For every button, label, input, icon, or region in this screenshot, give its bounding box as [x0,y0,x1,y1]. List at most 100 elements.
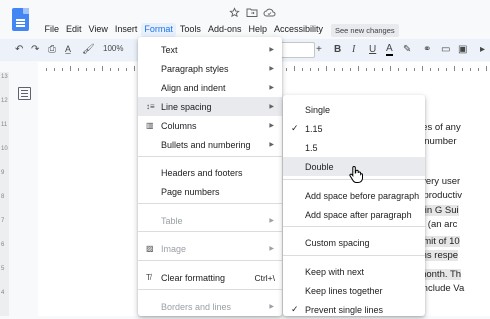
star-icon[interactable] [229,7,240,20]
line-spacing-item-add-space-before-paragraph[interactable]: Add space before paragraph [283,186,425,205]
text-color-icon[interactable]: A [386,44,393,56]
line-spacing-item-keep-with-next[interactable]: Keep with next [283,262,425,281]
highlight-icon[interactable]: ✎ [403,44,411,55]
increase-font-size-icon[interactable]: + [316,44,322,55]
line-spacing-item-single[interactable]: Single [283,100,425,119]
menu-file[interactable]: File [41,23,63,37]
paint-format-icon[interactable]: 🖌 [82,44,95,55]
line-spacing-item-keep-lines-together[interactable]: Keep lines together [283,281,425,300]
ruler-tick [390,66,391,71]
format-menu-item-line-spacing[interactable]: ↕≡ Line spacing ▶ [138,97,282,116]
ruler-number: 6 [1,242,5,248]
format-menu-item-clear-formatting[interactable]: T̸ Clear formatting Ctrl+\ [138,268,282,287]
redo-icon[interactable]: ↷ [31,44,39,55]
docs-logo[interactable] [12,8,29,31]
image-insert-icon[interactable]: ▣ [458,44,467,55]
ruler-tick [318,68,319,71]
menu-separator [283,255,425,256]
ruler-tick [366,68,367,71]
ruler-tick [118,68,119,71]
menu-format[interactable]: Format [140,23,177,37]
ruler-tick [310,68,311,71]
underline-icon[interactable]: U [369,44,376,55]
line-spacing-item-1-5[interactable]: 1.5 [283,138,425,157]
ruler-tick [102,66,103,71]
menu-item-label: Borders and lines [161,301,232,312]
hand-cursor-icon [349,165,363,185]
submenu-arrow-icon: ▶ [269,85,274,91]
spellcheck-icon[interactable]: A̲ [65,44,71,54]
menu-item-label: Align and indent [161,82,226,93]
bold-icon[interactable]: B [334,44,341,55]
menu-item-label: Paragraph styles [161,63,229,74]
line-spacing-item-1-15[interactable]: ✓ 1.15 [283,119,425,138]
more-icon[interactable]: ▸ [480,44,485,55]
format-menu-item-columns[interactable]: ▥ Columns ▶ [138,116,282,135]
font-size-input[interactable] [278,42,315,58]
menu-item-label: Add space before paragraph [305,190,420,201]
italic-icon[interactable]: I [352,44,355,55]
vertical-ruler[interactable]: 13 12 11 10 9 8 7 6 5 4 [0,72,9,316]
ruler-tick [134,66,135,71]
ruler-tick [454,66,455,71]
checkmark-icon: ✓ [291,304,299,314]
print-icon[interactable]: ⎙ [48,44,56,55]
menu-item-label: Keep with next [305,266,365,277]
format-menu-item-bullets-and-numbering[interactable]: Bullets and numbering ▶ [138,135,282,154]
menu-item-label: Page numbers [161,186,220,197]
ruler-tick [54,68,55,71]
ruler-number: 5 [1,266,5,272]
submenu-arrow-icon: ▶ [269,246,274,252]
format-menu-item-image: ▨ Image ▶ [138,239,282,258]
menu-item-label: Table [161,215,183,226]
format-menu-item-text[interactable]: Text ▶ [138,40,282,59]
menu-item-label: Clear formatting [161,272,226,283]
format-menu-item-borders-and-lines: Borders and lines ▶ [138,297,282,316]
ruler-number: 12 [1,98,8,104]
line-spacing-submenu: Single ✓ 1.15 1.5 Double Add space before par… [283,95,425,316]
menu-add-ons[interactable]: Add-ons [204,23,245,37]
folder-move-icon[interactable] [246,7,258,20]
ruler-tick [302,68,303,71]
menu-item-label: 1.15 [305,123,323,134]
ruler-tick [86,68,87,71]
zoom-select[interactable]: 100% [103,44,123,53]
menu-view[interactable]: View [85,23,111,37]
format-menu-item-page-numbers[interactable]: Page numbers [138,182,282,201]
menu-bar: File Edit View Insert Format Tools Add-ons Help… [41,23,327,37]
ruler-tick [462,68,463,71]
ruler-number: 11 [1,122,8,128]
document-outline-icon[interactable] [18,87,31,100]
menu-item-label: Keep lines together [305,285,383,296]
menu-help[interactable]: Help [245,23,271,37]
submenu-arrow-icon: ▶ [269,142,274,148]
menu-item-label: Headers and footers [161,167,243,178]
menu-item-label: Columns [161,120,197,131]
submenu-arrow-icon: ▶ [269,47,274,53]
format-menu-item-headers-and-footers[interactable]: Headers and footers [138,163,282,182]
ruler-tick [350,68,351,71]
menu-edit[interactable]: Edit [63,23,86,37]
format-menu-item-paragraph-styles[interactable]: Paragraph styles ▶ [138,59,282,78]
see-new-changes-button[interactable]: See new changes [331,24,399,37]
ruler-tick [46,68,47,71]
submenu-arrow-icon: ▶ [269,104,274,110]
link-icon[interactable]: ⚭ [423,44,431,55]
line-spacing-item-prevent-single-lines[interactable]: ✓ Prevent single lines [283,300,425,319]
format-menu-item-align-and-indent[interactable]: Align and indent ▶ [138,78,282,97]
ruler-tick [94,68,95,71]
menu-insert[interactable]: Insert [111,23,141,37]
undo-icon[interactable]: ↶ [15,44,23,55]
comment-icon[interactable]: ▭ [441,44,450,55]
menu-item-label: Prevent single lines [305,304,384,315]
ruler-tick [326,66,327,71]
cloud-status-icon[interactable] [263,7,276,20]
submenu-arrow-icon: ▶ [269,218,274,224]
line-spacing-item-custom-spacing[interactable]: Custom spacing [283,233,425,252]
menu-tools[interactable]: Tools [176,23,204,37]
line-spacing-item-add-space-after-paragraph[interactable]: Add space after paragraph [283,205,425,224]
menu-separator [138,203,282,204]
clear-formatting-icon: T̸ [146,273,151,282]
menu-accessibility[interactable]: Accessibility [270,23,326,37]
ruler-tick [110,68,111,71]
